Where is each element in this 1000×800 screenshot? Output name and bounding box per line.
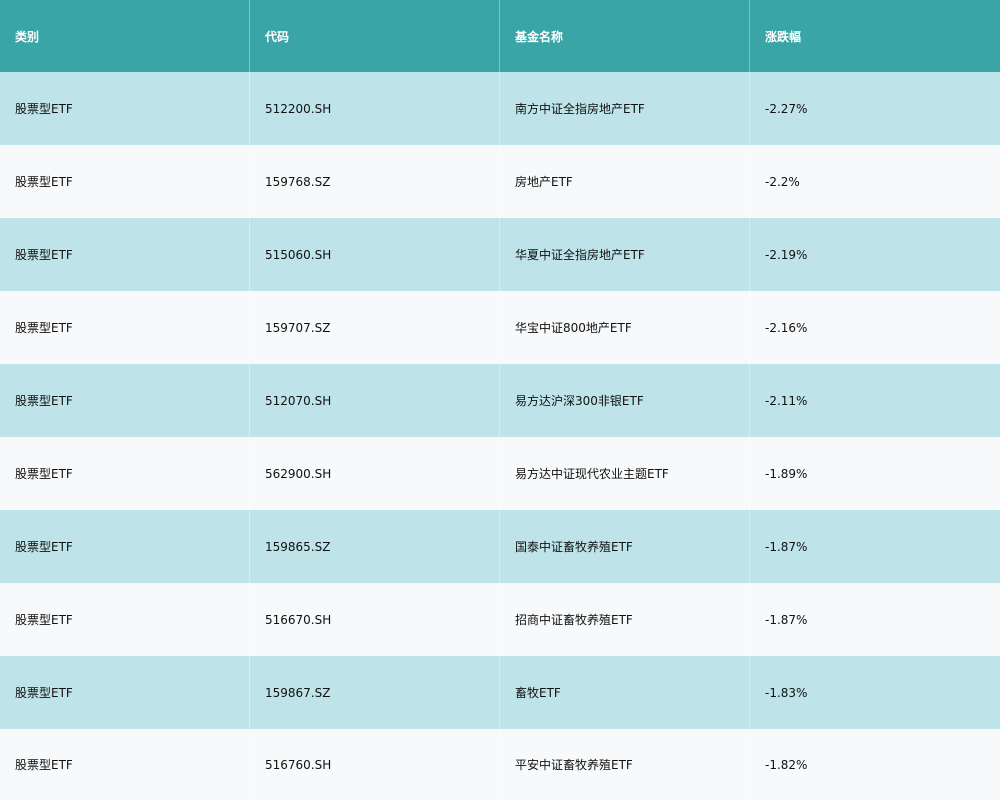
table-row[interactable]: 股票型ETF 159865.SZ 国泰中证畜牧养殖ETF -1.87%: [0, 510, 1000, 583]
table-row[interactable]: 股票型ETF 515060.SH 华夏中证全指房地产ETF -2.19%: [0, 218, 1000, 291]
cell-code: 515060.SH: [250, 218, 500, 291]
cell-code: 159867.SZ: [250, 656, 500, 729]
cell-fund-name: 华宝中证800地产ETF: [500, 291, 750, 364]
cell-category: 股票型ETF: [0, 729, 250, 800]
cell-change: -2.2%: [765, 174, 800, 189]
cell-code: 562900.SH: [250, 437, 500, 510]
cell-change: -2.19%: [765, 247, 808, 262]
cell-code: 512200.SH: [250, 72, 500, 145]
cell-change: -1.89%: [765, 466, 808, 481]
table-row[interactable]: 股票型ETF 516760.SH 平安中证畜牧养殖ETF -1.82%: [0, 729, 1000, 800]
cell-change: -1.82%: [765, 757, 808, 772]
cell-category: 股票型ETF: [0, 145, 250, 218]
cell-category: 股票型ETF: [0, 291, 250, 364]
cell-fund-name: 招商中证畜牧养殖ETF: [500, 583, 750, 656]
table-header: 类别 代码 基金名称 涨跌幅: [0, 0, 1000, 72]
cell-code: 159768.SZ: [250, 145, 500, 218]
column-header-change[interactable]: 涨跌幅: [750, 0, 1000, 72]
table-row[interactable]: 股票型ETF 562900.SH 易方达中证现代农业主题ETF -1.89%: [0, 437, 1000, 510]
cell-change: -1.83%: [765, 685, 808, 700]
cell-fund-name: 南方中证全指房地产ETF: [500, 72, 750, 145]
column-header-category[interactable]: 类别: [0, 0, 250, 72]
cell-fund-name: 房地产ETF: [500, 145, 750, 218]
table-row[interactable]: 股票型ETF 159707.SZ 华宝中证800地产ETF -2.16%: [0, 291, 1000, 364]
table-row[interactable]: 股票型ETF 159867.SZ 畜牧ETF -1.83%: [0, 656, 1000, 729]
table-row[interactable]: 股票型ETF 516670.SH 招商中证畜牧养殖ETF -1.87%: [0, 583, 1000, 656]
cell-change: -2.27%: [765, 101, 808, 116]
fund-table: 类别 代码 基金名称 涨跌幅 股票型ETF 512200.SH 南方中证全指房地…: [0, 0, 1000, 800]
column-header-fund-name[interactable]: 基金名称: [500, 0, 750, 72]
cell-fund-name: 华夏中证全指房地产ETF: [500, 218, 750, 291]
cell-category: 股票型ETF: [0, 218, 250, 291]
cell-fund-name: 平安中证畜牧养殖ETF: [500, 729, 750, 800]
column-header-code[interactable]: 代码: [250, 0, 500, 72]
cell-code: 159865.SZ: [250, 510, 500, 583]
cell-fund-name: 国泰中证畜牧养殖ETF: [500, 510, 750, 583]
cell-category: 股票型ETF: [0, 72, 250, 145]
cell-category: 股票型ETF: [0, 364, 250, 437]
cell-category: 股票型ETF: [0, 656, 250, 729]
cell-code: 516760.SH: [250, 729, 500, 800]
cell-change: -1.87%: [765, 612, 808, 627]
cell-change: -2.11%: [765, 393, 808, 408]
cell-code: 516670.SH: [250, 583, 500, 656]
cell-code: 159707.SZ: [250, 291, 500, 364]
cell-fund-name: 易方达中证现代农业主题ETF: [500, 437, 750, 510]
cell-change: -1.87%: [765, 539, 808, 554]
cell-fund-name: 畜牧ETF: [500, 656, 750, 729]
cell-category: 股票型ETF: [0, 583, 250, 656]
table-row[interactable]: 股票型ETF 512200.SH 南方中证全指房地产ETF -2.27%: [0, 72, 1000, 145]
table-row[interactable]: 股票型ETF 512070.SH 易方达沪深300非银ETF -2.11%: [0, 364, 1000, 437]
table-row[interactable]: 股票型ETF 159768.SZ 房地产ETF -2.2%: [0, 145, 1000, 218]
cell-fund-name: 易方达沪深300非银ETF: [500, 364, 750, 437]
cell-change: -2.16%: [765, 320, 808, 335]
cell-code: 512070.SH: [250, 364, 500, 437]
cell-category: 股票型ETF: [0, 510, 250, 583]
cell-category: 股票型ETF: [0, 437, 250, 510]
